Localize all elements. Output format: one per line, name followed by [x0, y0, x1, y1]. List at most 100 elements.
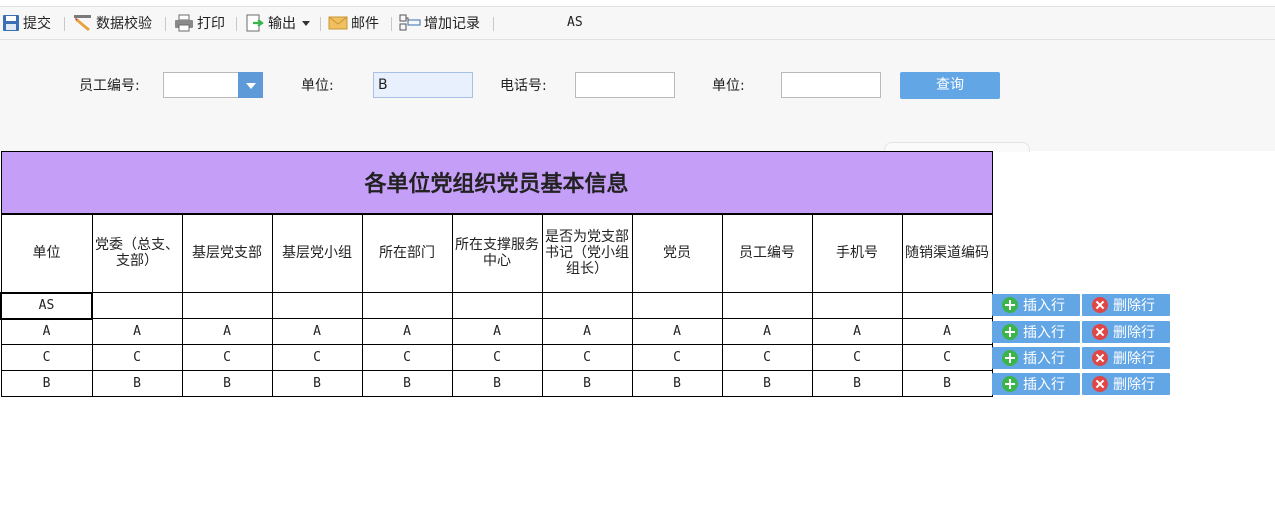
insert-row-button[interactable]: 插入行 [992, 373, 1080, 395]
table-cell[interactable] [91, 292, 183, 319]
delete-row-button[interactable]: 删除行 [1082, 347, 1170, 369]
delete-row-label: 删除行 [1113, 377, 1155, 393]
unit2-input[interactable] [781, 72, 881, 98]
plus-icon [1002, 324, 1018, 340]
table-cell[interactable] [541, 292, 633, 319]
delete-row-button[interactable]: 删除行 [1082, 373, 1170, 395]
table-cell[interactable]: B [721, 370, 813, 397]
filter-panel: 员工编号: 单位: B 电话号: 单位: 查询 [0, 40, 1275, 151]
table-cell[interactable]: C [541, 344, 633, 371]
table-cell[interactable]: C [0, 344, 93, 371]
insert-row-button[interactable]: 插入行 [992, 321, 1080, 343]
export-label: 输出 [268, 16, 296, 32]
table-cell[interactable]: AS [0, 291, 93, 320]
table-cell[interactable]: B [181, 370, 273, 397]
table-cell[interactable]: C [91, 344, 183, 371]
table-cell[interactable]: C [811, 344, 903, 371]
mail-button[interactable]: 邮件 [328, 7, 379, 39]
table-cell[interactable]: C [631, 344, 723, 371]
table-cell[interactable]: B [271, 370, 363, 397]
table-cell[interactable]: C [361, 344, 453, 371]
column-header: 单位 [0, 213, 93, 293]
table-cell[interactable]: A [181, 318, 273, 345]
table-cell[interactable]: A [811, 318, 903, 345]
table-cell[interactable] [631, 292, 723, 319]
table-cell[interactable]: A [271, 318, 363, 345]
delete-row-button[interactable]: 删除行 [1082, 294, 1170, 316]
column-header: 手机号 [811, 213, 903, 293]
table-cell[interactable] [451, 292, 543, 319]
table-cell[interactable] [811, 292, 903, 319]
table-cell[interactable]: B [91, 370, 183, 397]
table-cell[interactable]: A [721, 318, 813, 345]
emp-no-dropdown-input[interactable] [163, 72, 240, 98]
table-cell[interactable] [901, 292, 993, 319]
table-cell[interactable]: A [91, 318, 183, 345]
column-header: 是否为党支部书记（党小组组长） [541, 213, 633, 293]
insert-row-label: 插入行 [1023, 298, 1065, 314]
add-record-label: 增加记录 [424, 16, 480, 32]
toolbar: 提交 数据校验 打印 输出 邮件 增加记录 AS [0, 6, 1275, 40]
header-row: 单位 党委（总支、支部） 基层党支部 基层党小组 所在部门 所在支撑服务中心 是… [0, 213, 993, 293]
table-cell[interactable]: A [541, 318, 633, 345]
close-icon [1092, 324, 1108, 340]
submit-button[interactable]: 提交 [2, 7, 51, 39]
table-cell[interactable]: C [721, 344, 813, 371]
table-cell[interactable]: B [901, 370, 993, 397]
table-cell[interactable]: A [451, 318, 543, 345]
printer-icon [175, 14, 193, 32]
table-row: A A A A A A A A A A A [0, 318, 993, 345]
export-button[interactable]: 输出 [245, 7, 310, 39]
query-button[interactable]: 查询 [900, 72, 1000, 99]
table-cell[interactable]: A [631, 318, 723, 345]
table-cell[interactable]: C [901, 344, 993, 371]
close-icon [1092, 376, 1108, 392]
table-cell[interactable] [271, 292, 363, 319]
table-cell[interactable]: C [271, 344, 363, 371]
validate-label: 数据校验 [96, 16, 152, 32]
column-header: 党员 [631, 213, 723, 293]
table-cell[interactable]: B [631, 370, 723, 397]
insert-row-label: 插入行 [1023, 377, 1065, 393]
emp-no-label: 员工编号: [79, 78, 140, 94]
table-cell[interactable] [721, 292, 813, 319]
pencil-ruler-icon [74, 15, 91, 31]
insert-row-button[interactable]: 插入行 [992, 294, 1080, 316]
unit2-label: 单位: [712, 78, 745, 94]
column-header: 随销渠道编码 [901, 213, 993, 293]
phone-input[interactable] [575, 72, 675, 98]
table-cell[interactable]: B [361, 370, 453, 397]
party-member-table: 各单位党组织党员基本信息 单位 党委（总支、支部） 基层党支部 基层党小组 所在… [0, 151, 993, 397]
table-cell[interactable]: B [541, 370, 633, 397]
table-cell[interactable] [181, 292, 273, 319]
unit-label: 单位: [301, 78, 334, 94]
column-header: 所在部门 [361, 213, 453, 293]
floppy-disk-icon [3, 15, 19, 31]
table-cell[interactable]: B [811, 370, 903, 397]
table-cell[interactable]: A [0, 318, 93, 345]
column-header: 党委（总支、支部） [91, 213, 183, 293]
close-icon [1092, 350, 1108, 366]
delete-row-button[interactable]: 删除行 [1082, 321, 1170, 343]
delete-row-label: 删除行 [1113, 298, 1155, 314]
emp-no-dropdown-button[interactable] [238, 72, 263, 98]
close-icon [1092, 297, 1108, 313]
table-cell[interactable]: B [451, 370, 543, 397]
validate-button[interactable]: 数据校验 [73, 7, 152, 39]
table-cell[interactable] [361, 292, 453, 319]
add-record-button[interactable]: 增加记录 [399, 7, 480, 39]
toolbar-divider [493, 17, 494, 31]
table-cell[interactable]: C [451, 344, 543, 371]
table-cell[interactable]: C [181, 344, 273, 371]
column-header: 基层党支部 [181, 213, 273, 293]
unit-input[interactable]: B [373, 72, 473, 98]
table-row: AS [0, 291, 993, 320]
chevron-down-icon [302, 20, 310, 26]
table-cell[interactable]: A [901, 318, 993, 345]
print-button[interactable]: 打印 [174, 7, 225, 39]
toolbar-divider [236, 17, 237, 31]
column-header: 基层党小组 [271, 213, 363, 293]
table-cell[interactable]: A [361, 318, 453, 345]
table-cell[interactable]: B [0, 370, 93, 397]
insert-row-button[interactable]: 插入行 [992, 347, 1080, 369]
